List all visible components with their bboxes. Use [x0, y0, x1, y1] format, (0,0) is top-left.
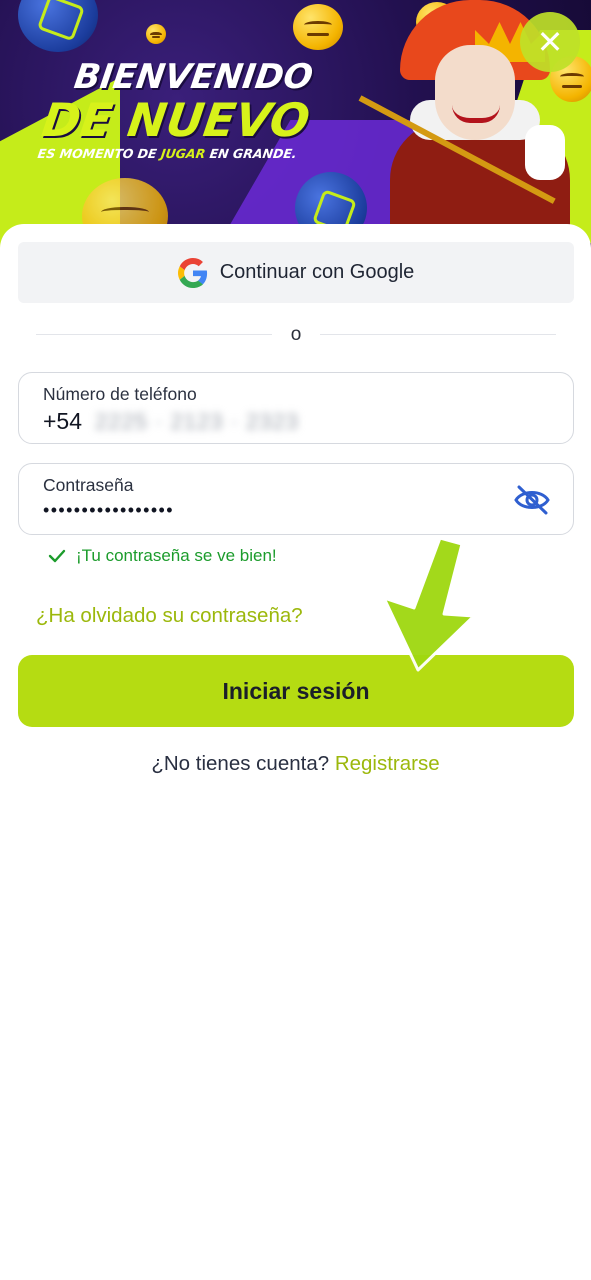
emoji-coin-icon [146, 24, 166, 44]
login-button[interactable]: Iniciar sesión [18, 655, 574, 727]
login-button-label: Iniciar sesión [222, 677, 370, 704]
password-value: ••••••••••••••••• [43, 500, 174, 520]
phone-field[interactable]: Número de teléfono +54 2225 · 2123 · 232… [18, 372, 574, 444]
arrow-pointer-icon [382, 536, 476, 672]
phone-field-label: Número de teléfono [43, 384, 197, 404]
ball-icon [18, 0, 98, 52]
close-button[interactable]: ✕ [520, 12, 580, 72]
close-icon: ✕ [536, 23, 564, 61]
divider-text: o [290, 324, 302, 345]
banner-title: BIENVENIDO DE NUEVO ES MOMENTO DE JUGAR … [37, 57, 351, 161]
google-logo-icon [177, 257, 207, 288]
google-login-button[interactable]: Continuar con Google [18, 242, 574, 303]
password-field[interactable]: Contraseña ••••••••••••••••• [18, 463, 574, 535]
google-login-label: Continuar con Google [219, 261, 415, 283]
banner-title-line2: DE NUEVO [38, 93, 314, 147]
password-field-label: Contraseña [43, 475, 134, 495]
forgot-password-link[interactable]: ¿Ha olvidado su contraseña? [36, 604, 303, 628]
welcome-banner: BIENVENIDO DE NUEVO ES MOMENTO DE JUGAR … [0, 0, 591, 250]
divider-line-right [320, 334, 556, 335]
banner-subtitle-post: EN GRANDE. [204, 146, 298, 161]
or-divider: o [36, 322, 556, 350]
register-prompt-text: ¿No tienes cuenta? [151, 752, 335, 775]
banner-subtitle: ES MOMENTO DE JUGAR EN GRANDE. [37, 146, 339, 161]
register-prompt: ¿No tienes cuenta? Registrarse [0, 752, 591, 776]
phone-prefix: +54 [43, 408, 83, 434]
phone-masked-value: 2225 · 2123 · 2323 [95, 409, 299, 434]
banner-subtitle-pre: ES MOMENTO DE [36, 146, 163, 161]
emoji-coin-icon [293, 4, 343, 50]
register-link[interactable]: Registrarse [335, 752, 440, 775]
checkmark-icon [48, 549, 66, 563]
banner-subtitle-highlight: JUGAR [159, 146, 207, 161]
password-validation: ¡Tu contraseña se ve bien! [48, 546, 277, 566]
eye-off-icon[interactable] [513, 484, 551, 516]
validation-message: ¡Tu contraseña se ve bien! [76, 546, 277, 565]
banner-title-line1: BIENVENIDO [71, 57, 316, 97]
